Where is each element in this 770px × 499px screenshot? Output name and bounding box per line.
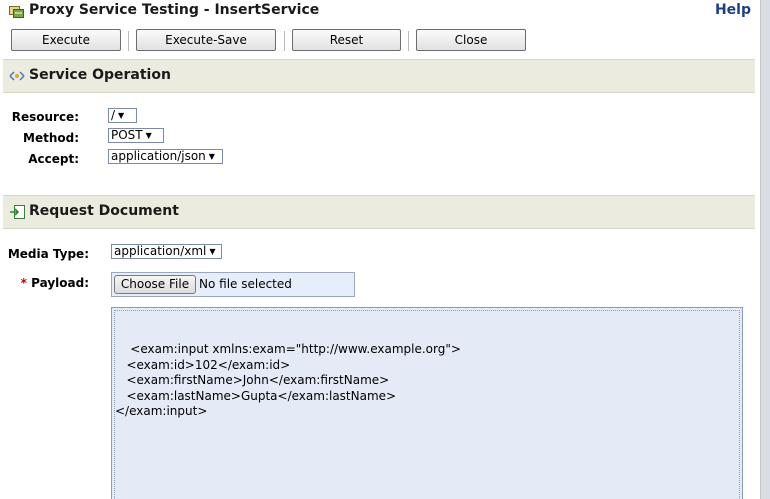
chevron-down-icon: ▼ [145, 131, 152, 140]
help-link[interactable]: Help [715, 2, 751, 18]
method-select[interactable]: POST ▼ [108, 128, 164, 143]
accept-value: application/json [111, 149, 206, 163]
window-right-edge [761, 0, 770, 499]
request-document-title: Request Document [29, 203, 179, 219]
media-type-value: application/xml [114, 244, 207, 258]
resource-value: / [111, 108, 116, 122]
chevron-down-icon: ▼ [118, 111, 125, 120]
method-value: POST [111, 128, 143, 142]
accept-label: Accept: [28, 152, 79, 166]
request-document-icon [10, 205, 25, 219]
toolbar-separator [408, 31, 409, 51]
media-type-select[interactable]: application/xml ▼ [111, 244, 222, 259]
proxy-service-icon [9, 6, 24, 18]
request-document-header: Request Document [3, 195, 755, 229]
chevron-down-icon: ▼ [208, 152, 215, 161]
accept-select[interactable]: application/json ▼ [108, 149, 223, 164]
payload-focus-ring [114, 310, 740, 499]
file-status-text: No file selected [199, 277, 292, 291]
proxy-testing-window: Proxy Service Testing - InsertService He… [0, 0, 761, 499]
payload-label-text: Payload: [31, 276, 89, 290]
execute-save-button[interactable]: Execute-Save [136, 29, 276, 51]
service-operation-title: Service Operation [29, 67, 171, 83]
service-operation-icon [9, 71, 25, 81]
close-button[interactable]: Close [416, 29, 526, 51]
method-label: Method: [23, 131, 79, 145]
toolbar-separator [128, 31, 129, 51]
file-picker: Choose File No file selected [111, 272, 355, 297]
payload-textarea[interactable]: <exam:input xmlns:exam="http://www.examp… [111, 307, 743, 499]
reset-button[interactable]: Reset [292, 29, 401, 51]
page-title: Proxy Service Testing - InsertService [29, 2, 320, 18]
resource-label: Resource: [11, 110, 79, 124]
resource-select[interactable]: / ▼ [108, 108, 137, 123]
toolbar: Execute Execute-Save Reset Close [0, 29, 760, 56]
service-operation-header: Service Operation [3, 59, 755, 93]
toolbar-separator [284, 31, 285, 51]
title-bar: Proxy Service Testing - InsertService He… [0, 0, 760, 24]
choose-file-button[interactable]: Choose File [114, 275, 196, 294]
payload-label: * Payload: [0, 276, 89, 290]
execute-button[interactable]: Execute [11, 29, 121, 51]
chevron-down-icon: ▼ [209, 247, 216, 256]
media-type-label: Media Type: [7, 247, 89, 261]
required-mark: * [20, 276, 27, 290]
